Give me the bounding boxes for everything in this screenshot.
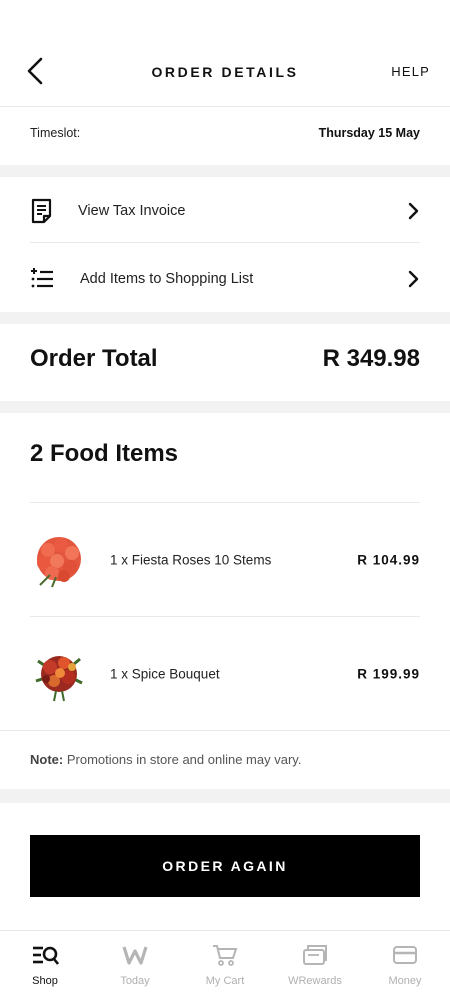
note-label: Note: — [30, 752, 64, 767]
bottom-tab-bar: Shop Today My Cart WRewards Money — [0, 930, 450, 1001]
list-item[interactable]: 1 x Spice Bouquet R 199.99 — [30, 618, 420, 730]
product-name: 1 x Fiesta Roses 10 Stems — [110, 552, 272, 568]
items-heading: 2 Food Items — [30, 440, 179, 467]
product-name: 1 x Spice Bouquet — [110, 666, 220, 682]
view-tax-invoice-item[interactable]: View Tax Invoice — [30, 178, 420, 244]
tab-label: Shop — [32, 975, 58, 987]
chevron-right-icon — [408, 202, 419, 220]
product-price: R 199.99 — [357, 666, 420, 682]
chevron-right-icon — [408, 270, 419, 288]
product-image-roses — [37, 537, 81, 588]
cart-icon — [213, 945, 238, 966]
tab-today[interactable]: Today — [90, 931, 180, 1001]
tab-label: Money — [388, 975, 422, 987]
order-again-button[interactable]: ORDER AGAIN — [30, 835, 420, 897]
help-link[interactable]: HELP — [391, 64, 430, 79]
tab-shop[interactable]: Shop — [0, 931, 90, 1001]
order-total-label: Order Total — [30, 345, 158, 372]
rewards-card-icon — [303, 945, 327, 965]
w-logo-icon — [122, 946, 148, 965]
shop-icon — [33, 946, 59, 965]
promotions-note: Note: Promotions in store and online may… — [30, 752, 301, 767]
list-item[interactable]: 1 x Fiesta Roses 10 Stems R 104.99 — [30, 504, 420, 616]
timeslot-value: Thursday 15 May — [318, 126, 420, 140]
credit-card-icon — [393, 946, 417, 964]
add-to-shopping-list-label: Add Items to Shopping List — [80, 271, 254, 287]
tab-label: My Cart — [205, 975, 245, 987]
tab-label: Today — [120, 975, 150, 987]
invoice-icon — [31, 198, 52, 224]
page-title: ORDER DETAILS — [151, 64, 299, 80]
order-total-value: R 349.98 — [322, 345, 420, 372]
add-to-shopping-list-item[interactable]: Add Items to Shopping List — [30, 246, 420, 312]
product-image-bouquet — [35, 656, 83, 702]
tab-label: WRewards — [288, 975, 342, 987]
view-tax-invoice-label: View Tax Invoice — [78, 203, 186, 219]
tab-wrewards[interactable]: WRewards — [270, 931, 360, 1001]
add-to-list-icon — [31, 268, 53, 288]
timeslot-label: Timeslot: — [30, 126, 81, 140]
product-price: R 104.99 — [357, 552, 420, 568]
note-text: Promotions in store and online may vary. — [66, 752, 302, 767]
tab-money[interactable]: Money — [360, 931, 450, 1001]
tab-my-cart[interactable]: My Cart — [180, 931, 270, 1001]
